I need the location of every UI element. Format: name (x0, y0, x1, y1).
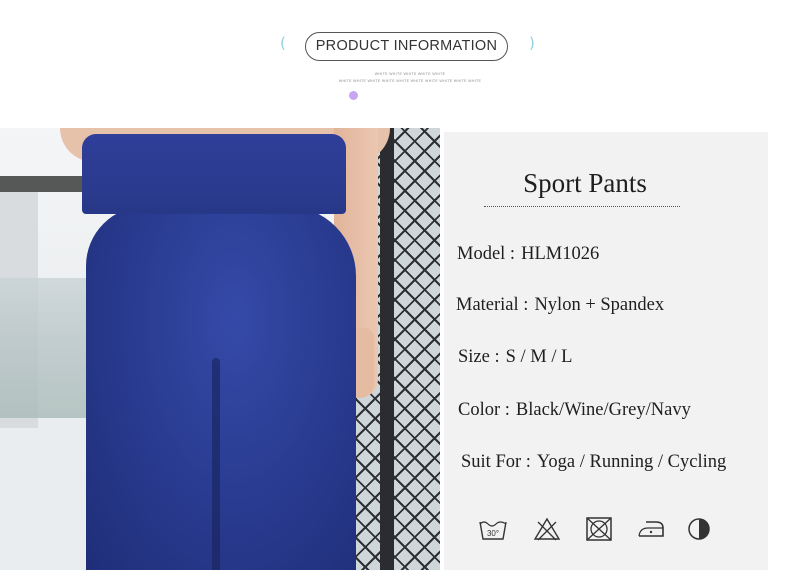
spec-model-value: HLM1026 (521, 244, 600, 264)
no-tumble-dry-icon (584, 516, 614, 542)
spec-material-label: Material : (456, 295, 529, 315)
spec-size: Size :S / M / L (458, 347, 572, 368)
spec-size-value: S / M / L (505, 347, 573, 367)
header-bracket-left: ( (280, 34, 286, 52)
wash-30-icon: 30° (478, 516, 508, 542)
photo-pants (86, 206, 356, 570)
spec-color: Color : Black/Wine/Grey/Navy (458, 400, 691, 421)
spec-color-label: Color : (458, 400, 510, 420)
header-bracket-right: ) (529, 34, 535, 52)
spec-material-value: Nylon + Spandex (534, 295, 665, 315)
accent-dot (349, 91, 358, 100)
fine-print-line-1: WHITE WHITE WHITE WHITE WHITE (374, 72, 446, 76)
photo-window-sill (0, 428, 100, 570)
spec-model-label: Model : (457, 244, 516, 264)
spec-color-value: Black/Wine/Grey/Navy (515, 400, 691, 420)
spec-material: Material : Nylon + Spandex (456, 295, 664, 316)
wash-temperature: 30° (487, 529, 499, 538)
dry-clean-icon (684, 516, 714, 542)
product-info-panel: Sport Pants Model : HLM1026 Material : Nyl… (444, 132, 768, 570)
spec-suit-for: Suit For : Yoga / Running / Cycling (461, 452, 726, 473)
spec-suit-for-label: Suit For : (461, 452, 531, 472)
section-header: ( PRODUCT INFORMATION ) WHITE WHITE WHIT… (0, 0, 798, 120)
photo-pants-waistband (82, 134, 346, 214)
title-divider (484, 206, 680, 207)
spec-model: Model : HLM1026 (457, 244, 599, 265)
photo-fence-post (380, 128, 394, 570)
section-title: PRODUCT INFORMATION (305, 32, 508, 61)
fine-print-line-2: WHITE WHITE WHITE WHITE WHITE WHITE WHIT… (338, 79, 482, 83)
photo-pants-seam (212, 358, 220, 570)
spec-suit-for-value: Yoga / Running / Cycling (536, 452, 727, 472)
no-bleach-icon (532, 516, 562, 542)
product-photo (0, 128, 440, 570)
iron-icon (636, 516, 666, 542)
spec-size-label: Size : (458, 347, 500, 367)
product-name: Sport Pants (523, 168, 647, 198)
